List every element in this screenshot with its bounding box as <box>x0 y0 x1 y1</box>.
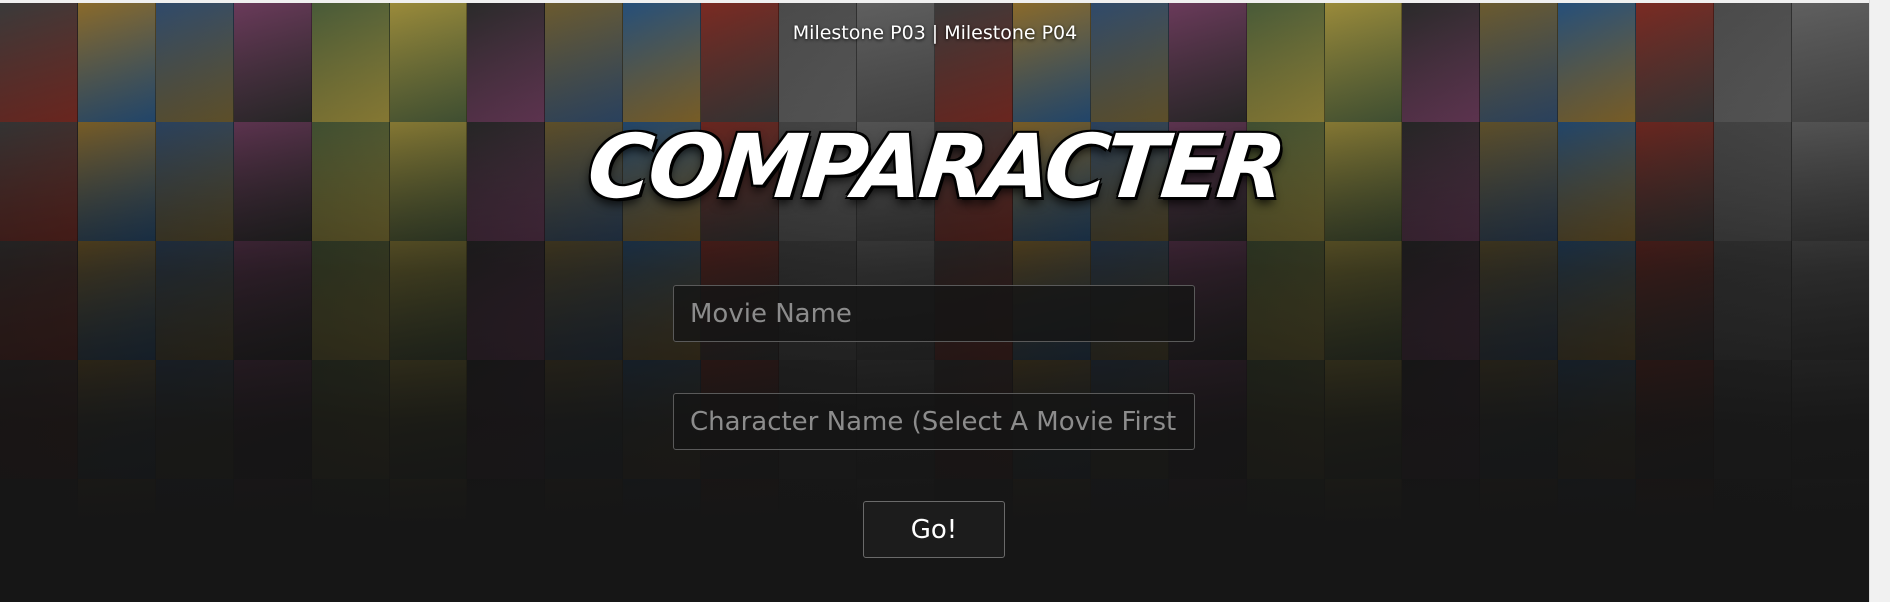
character-name-input[interactable] <box>673 393 1195 450</box>
go-button[interactable]: Go! <box>863 501 1005 558</box>
nav-link-milestone-p04[interactable]: Milestone P04 <box>944 22 1077 44</box>
nav-separator: | <box>931 22 939 44</box>
top-nav: Milestone P03 | Milestone P04 <box>0 22 1870 44</box>
app-logo: COMPARACTER <box>583 115 1287 218</box>
movie-name-input[interactable] <box>673 285 1195 342</box>
nav-link-milestone-p03[interactable]: Milestone P03 <box>793 22 926 44</box>
vertical-scrollbar[interactable] <box>1869 0 1890 602</box>
